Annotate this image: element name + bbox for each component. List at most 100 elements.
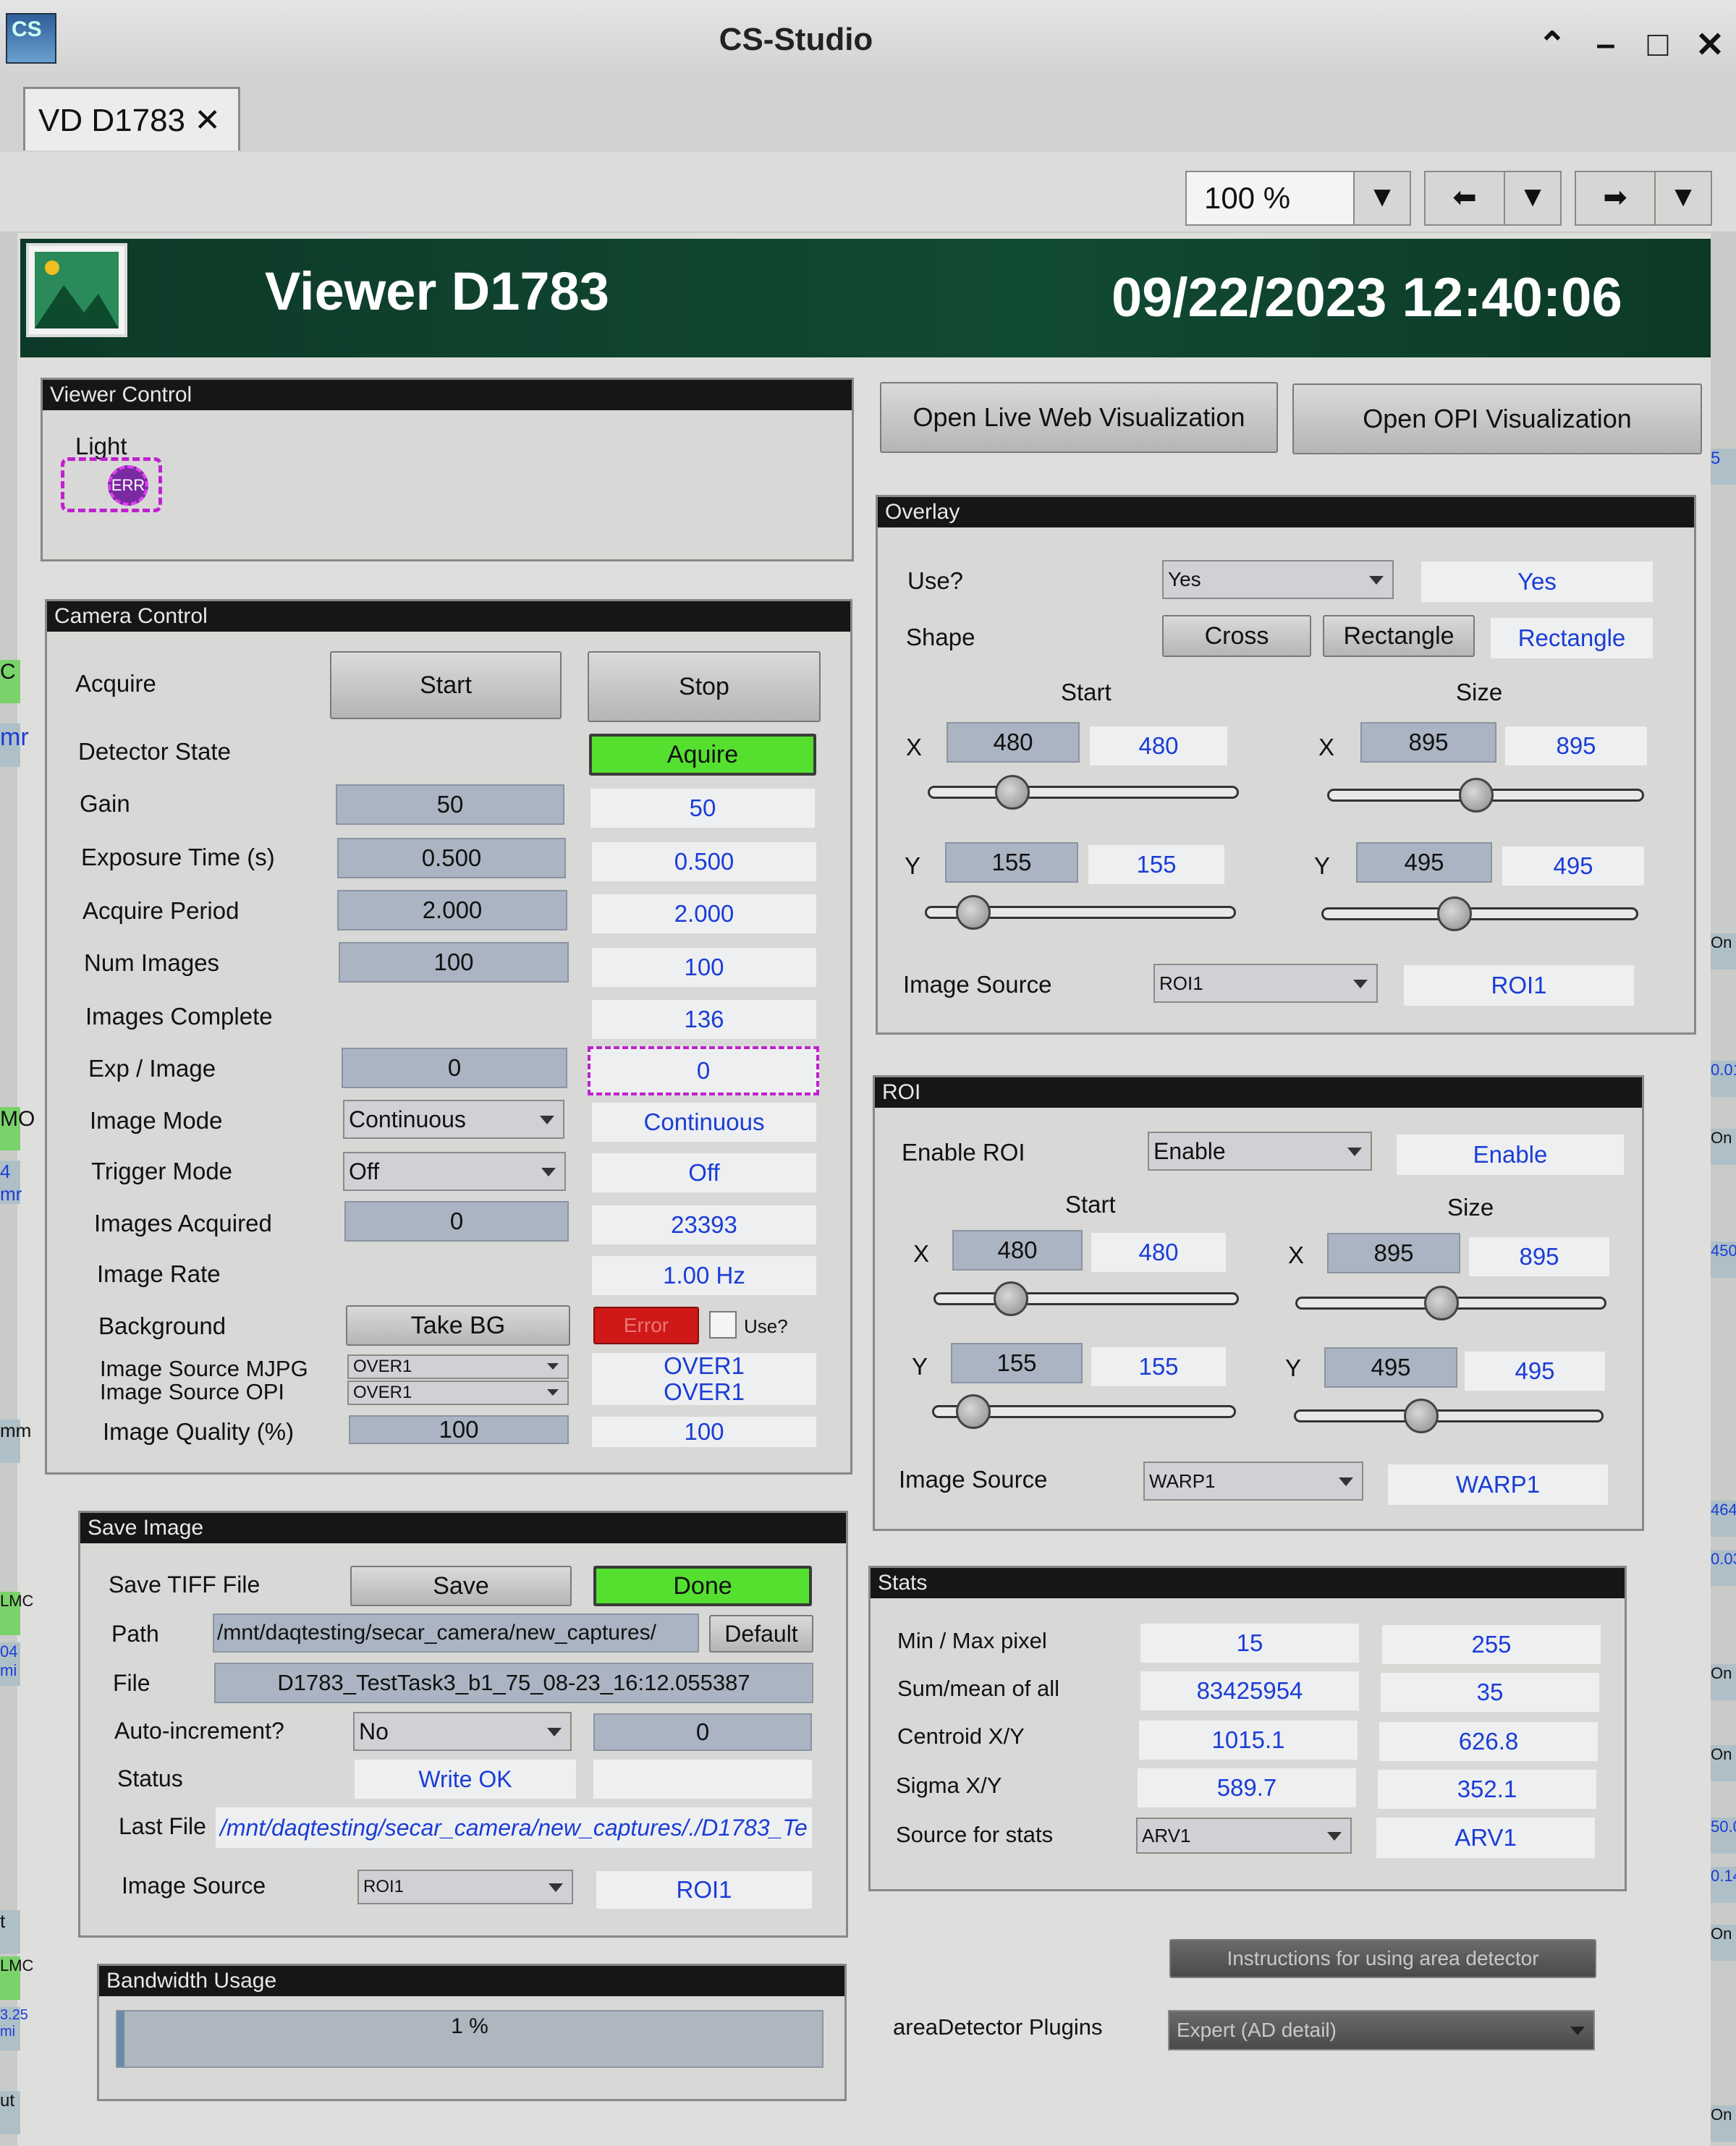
roi-size-y-readback: 495 [1465,1352,1605,1391]
overlay-size-y-slider[interactable] [1321,896,1638,931]
images-acquired-label: Images Acquired [94,1210,272,1237]
exp-image-label: Exp / Image [88,1055,216,1082]
forward-arrow-icon[interactable]: ➡ [1575,171,1656,226]
stats-sum-readback: 83425954 [1140,1671,1359,1710]
image-mode-select[interactable]: Continuous [343,1100,564,1139]
stop-button[interactable]: Stop [588,651,821,722]
image-mode-label: Image Mode [90,1107,223,1134]
acquire-period-input[interactable]: 2.000 [337,890,567,930]
overlay-image-source-select[interactable]: ROI1 [1153,964,1378,1003]
stats-summean-label: Sum/mean of all [897,1676,1059,1701]
roi-size-x-slider[interactable] [1295,1286,1606,1320]
image-source-mjpg-select[interactable]: OVER1 [347,1354,569,1379]
overlay-start-x-slider[interactable] [928,775,1239,810]
slider-knob[interactable] [955,1394,991,1429]
save-button[interactable]: Save [350,1566,572,1606]
forward-history-icon[interactable]: ▼ [1654,171,1712,226]
panel-title: Viewer Control [43,380,852,410]
num-images-input[interactable]: 100 [339,942,569,983]
right-edge-widget: 450 [1711,1242,1736,1278]
image-quality-readback: 100 [592,1417,816,1447]
roi-start-x-label: X [913,1240,930,1267]
slider-knob[interactable] [1404,1399,1439,1433]
slider-knob[interactable] [1459,778,1494,813]
exposure-time-input[interactable]: 0.500 [337,838,566,878]
auto-increment-label: Auto-increment? [114,1718,284,1744]
roi-size-label: Size [1447,1194,1494,1221]
gain-input[interactable]: 50 [336,784,564,825]
roi-start-y-input[interactable]: 155 [951,1343,1083,1383]
roi-image-source-label: Image Source [899,1466,1048,1493]
right-edge-widget: 464 [1711,1501,1736,1537]
bg-error-indicator: Error [593,1307,699,1344]
overlay-start-y-slider[interactable] [925,895,1236,930]
overlay-size-x-slider[interactable] [1327,778,1644,813]
tab-vd-d1783[interactable]: VD D1783 ✕ [23,87,240,150]
exp-image-input[interactable]: 0 [342,1048,567,1088]
overlay-size-x-input[interactable]: 895 [1360,722,1496,763]
right-edge-widget: On [1711,1129,1736,1165]
auto-increment-select[interactable]: No [353,1712,572,1751]
instructions-button[interactable]: Instructions for using area detector [1169,1939,1596,1978]
image-viewer-icon [26,243,127,337]
right-edge-widget: On [1711,2105,1736,2142]
acquire-period-label: Acquire Period [82,897,240,924]
save-image-source-label: Image Source [122,1873,266,1899]
image-quality-input[interactable]: 100 [349,1415,569,1444]
minimize-icon[interactable]: – [1588,25,1624,64]
stats-source-select[interactable]: ARV1 [1136,1818,1352,1854]
roi-start-label: Start [1065,1191,1116,1218]
zoom-dropdown-icon[interactable]: ▼ [1353,171,1411,226]
stats-minmax-label: Min / Max pixel [897,1628,1047,1653]
enable-roi-select[interactable]: Enable [1148,1132,1372,1171]
collapse-icon[interactable]: ⌃ [1534,25,1570,65]
status-label: Status [117,1765,183,1791]
overlay-size-y-input[interactable]: 495 [1356,842,1492,883]
roi-image-source-readback: WARP1 [1388,1464,1608,1505]
stats-source-readback: ARV1 [1376,1818,1595,1858]
panel-title: Overlay [878,497,1694,527]
roi-start-y-slider[interactable] [932,1394,1236,1429]
rectangle-button[interactable]: Rectangle [1323,615,1475,657]
ad-plugins-select[interactable]: Expert (AD detail) [1168,2010,1595,2050]
overlay-start-y-input[interactable]: 155 [945,842,1078,883]
images-acquired-input[interactable]: 0 [344,1201,569,1242]
close-icon[interactable]: ✕ [1692,25,1728,65]
roi-start-x-input[interactable]: 480 [952,1230,1083,1271]
stats-min-readback: 15 [1140,1624,1359,1663]
roi-size-y-slider[interactable] [1294,1399,1604,1433]
default-path-button[interactable]: Default [709,1615,813,1653]
cross-button[interactable]: Cross [1162,615,1311,657]
overlay-start-x-input[interactable]: 480 [947,722,1080,763]
path-input[interactable]: /mnt/daqtesting/secar_camera/new_capture… [213,1613,699,1653]
save-image-source-select[interactable]: ROI1 [357,1870,573,1904]
roi-size-x-input[interactable]: 895 [1327,1233,1460,1273]
chevron-down-icon [1347,1148,1362,1156]
slider-knob[interactable] [1424,1286,1460,1320]
back-history-icon[interactable]: ▼ [1504,171,1562,226]
open-opi-button[interactable]: Open OPI Visualization [1292,383,1702,454]
roi-start-x-readback: 480 [1091,1233,1226,1272]
start-button[interactable]: Start [330,651,562,719]
image-source-opi-select[interactable]: OVER1 [347,1381,569,1405]
slider-knob[interactable] [994,1281,1028,1316]
take-bg-button[interactable]: Take BG [346,1305,570,1346]
overlay-use-select[interactable]: Yes [1162,560,1394,599]
image-source-opi-label: Image Source OPI [100,1379,285,1404]
stats-centroid-label: Centroid X/Y [897,1723,1025,1749]
roi-size-y-input[interactable]: 495 [1324,1347,1457,1388]
slider-knob[interactable] [955,895,991,930]
file-number-input[interactable]: 0 [593,1713,812,1751]
use-bg-checkbox[interactable] [709,1311,737,1339]
maximize-icon[interactable]: □ [1640,25,1676,64]
chevron-down-icon [541,1168,556,1176]
roi-start-x-slider[interactable] [933,1281,1239,1316]
roi-image-source-select[interactable]: WARP1 [1143,1462,1363,1501]
image-source-mjpg-readback: OVER1 [592,1352,816,1379]
trigger-mode-select[interactable]: Off [343,1152,566,1191]
chevron-down-icon [1327,1832,1342,1841]
overlay-start-x-label: X [906,734,923,760]
back-arrow-icon[interactable]: ⬅ [1424,171,1505,226]
file-input[interactable]: D1783_TestTask3_b1_75_08-23_16:12.055387 [214,1663,813,1703]
open-live-web-button[interactable]: Open Live Web Visualization [880,382,1278,453]
